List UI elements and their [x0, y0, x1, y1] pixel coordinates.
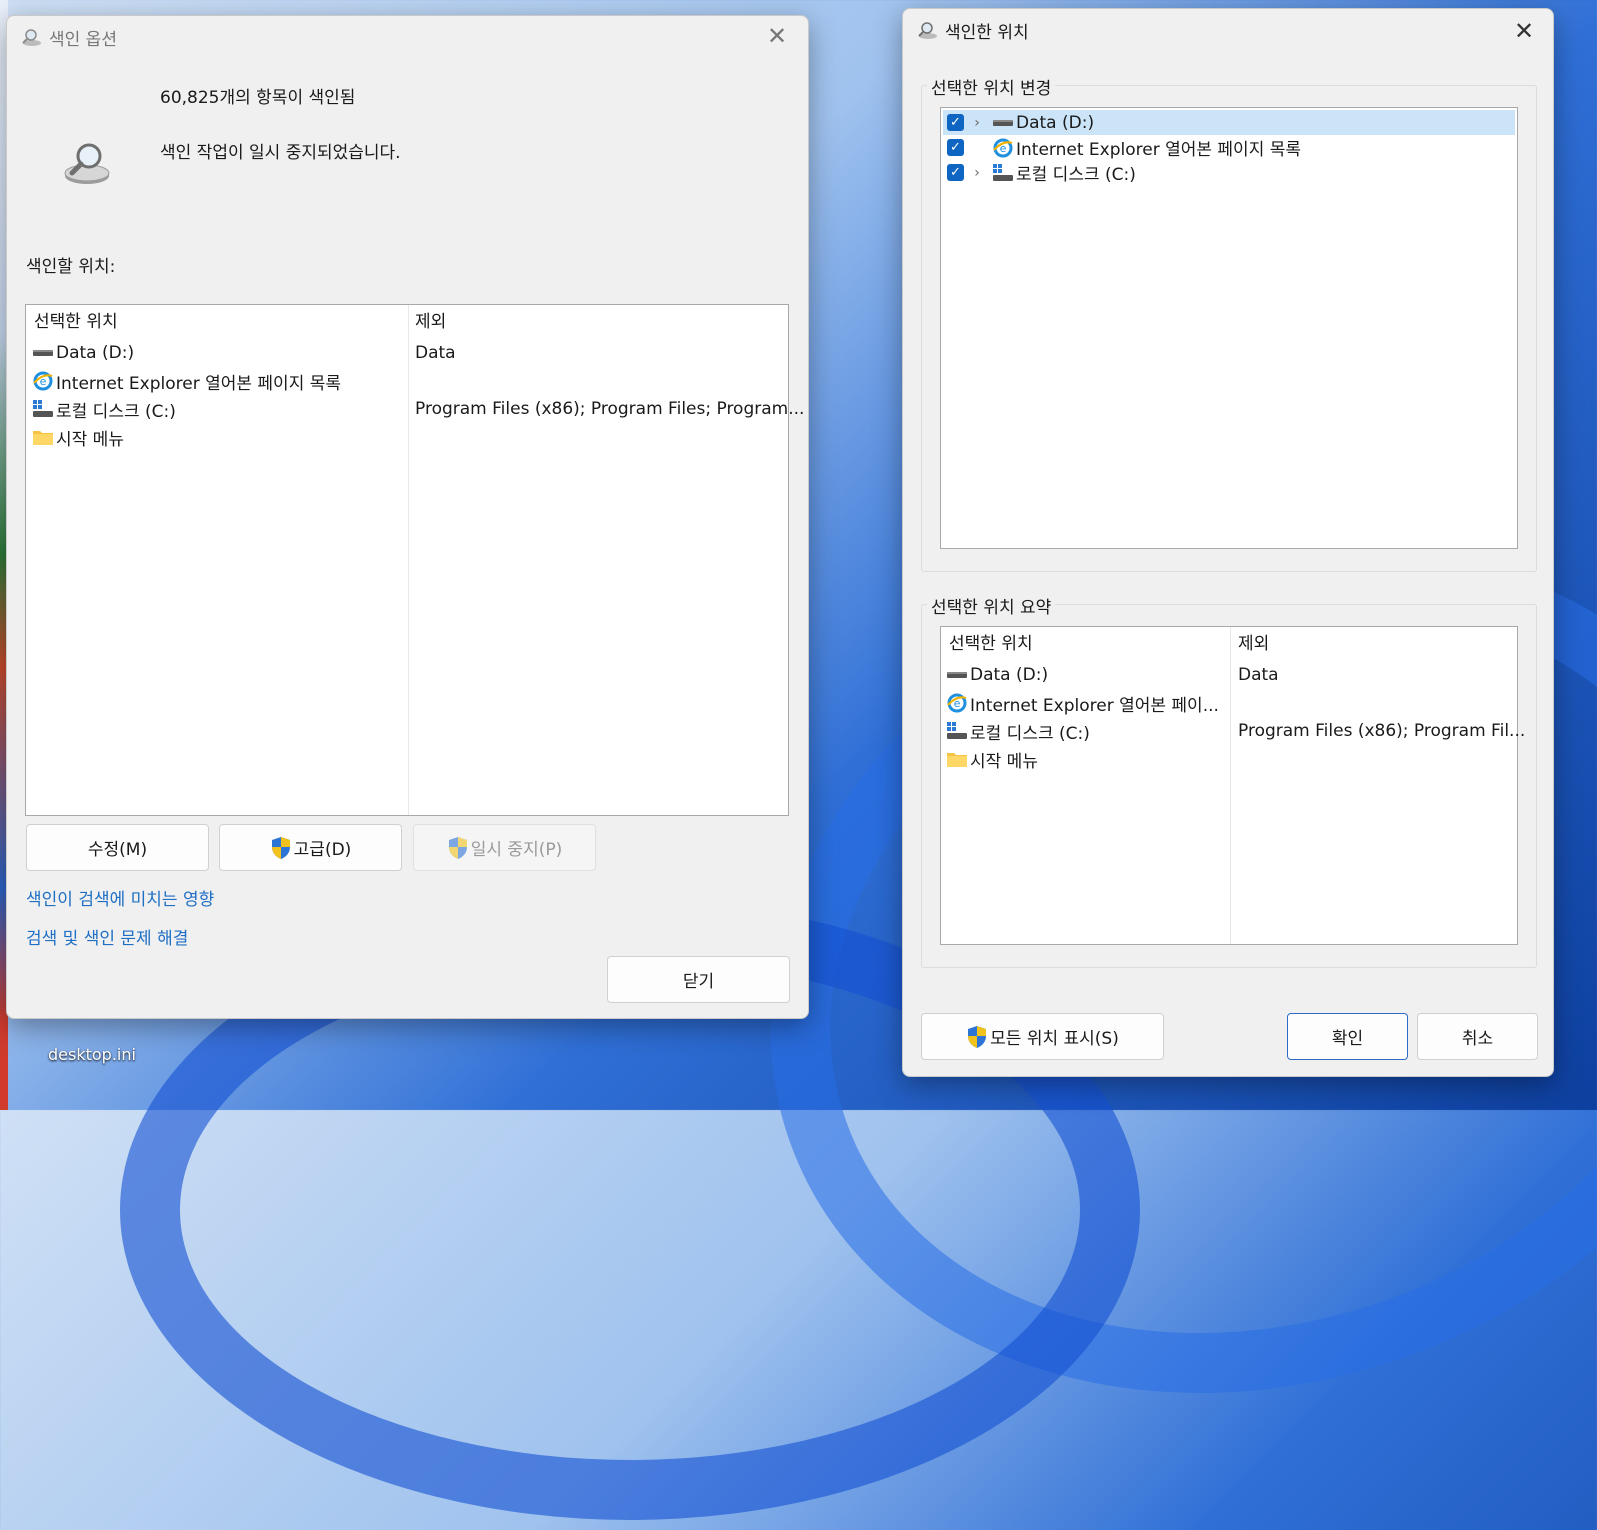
locations-label: 색인할 위치:	[26, 257, 116, 277]
indexing-magnifier-icon	[22, 29, 41, 46]
checkbox[interactable]: ✓	[947, 164, 964, 181]
column-divider	[408, 305, 409, 815]
column-header-location[interactable]: 선택한 위치	[34, 305, 118, 337]
location-tree[interactable]: ✓ › Data (D:) ✓ e Internet Explorer 열어본 …	[940, 107, 1518, 549]
pause-button: 일시 중지(P)	[413, 824, 596, 871]
location-name: Data (D:)	[970, 665, 1049, 685]
show-all-label: 모든 위치 표시(S)	[990, 1029, 1119, 1049]
drive-icon	[993, 119, 1013, 126]
location-name: 로컬 디스크 (C:)	[970, 723, 1090, 744]
group-title: 선택한 위치 변경	[927, 74, 1056, 99]
windows-drive-icon	[993, 163, 1013, 181]
titlebar: 색인한 위치 ✕	[903, 9, 1553, 51]
exclude-cell: Data	[1238, 665, 1279, 685]
modify-button[interactable]: 수정(M)	[26, 824, 209, 871]
included-locations-list[interactable]: 선택한 위치 제외 Data (D:) Data e Internet Expl…	[25, 304, 804, 816]
advanced-button[interactable]: 고급(D)	[219, 824, 402, 871]
drive-icon	[947, 672, 967, 678]
uac-shield-icon	[271, 836, 290, 859]
checkbox[interactable]: ✓	[947, 114, 964, 131]
column-header-exclude[interactable]: 제외	[1238, 627, 1269, 659]
internet-explorer-icon: e	[33, 371, 53, 391]
summary-list[interactable]: 선택한 위치 제외 Data (D:) Data e Internet Expl…	[940, 626, 1525, 945]
folder-icon	[947, 753, 967, 767]
location-name: 로컬 디스크 (C:)	[56, 401, 176, 422]
internet-explorer-icon: e	[993, 138, 1013, 157]
chevron-right-icon[interactable]: ›	[968, 115, 986, 131]
close-button[interactable]: 닫기	[607, 956, 790, 1003]
location-name: 시작 메뉴	[56, 429, 124, 450]
windows-drive-icon	[947, 722, 967, 739]
list-item[interactable]: e Internet Explorer 열어본 페이...	[946, 690, 1219, 716]
list-item[interactable]: Data (D:)	[946, 662, 1048, 688]
indexing-effect-link[interactable]: 색인이 검색에 미치는 영향	[26, 885, 214, 910]
folder-icon	[33, 431, 53, 445]
exclude-cell: Program Files (x86); Program Fil...	[1238, 721, 1526, 741]
windows-drive-icon	[33, 400, 53, 417]
location-name: 시작 메뉴	[970, 751, 1038, 772]
indexing-status-icon	[64, 143, 110, 184]
list-item[interactable]: 시작 메뉴	[946, 746, 1038, 772]
list-item[interactable]: e Internet Explorer 열어본 페이지 목록	[32, 368, 341, 394]
chevron-right-icon[interactable]: ›	[968, 165, 986, 181]
tree-item-label: 로컬 디스크 (C:)	[1016, 165, 1136, 185]
tree-item-local-disk-c[interactable]: ✓ › 로컬 디스크 (C:)	[943, 160, 1515, 185]
column-divider	[1230, 627, 1231, 944]
cancel-button[interactable]: 취소	[1417, 1013, 1538, 1060]
list-item[interactable]: 로컬 디스크 (C:)	[946, 718, 1090, 744]
indexing-magnifier-icon	[918, 22, 937, 39]
indexed-locations-window: 색인한 위치 ✕ 선택한 위치 변경 ✓ › Data (D:) ✓ e Int…	[902, 8, 1554, 1077]
ok-button[interactable]: 확인	[1287, 1013, 1408, 1060]
indexing-status: 색인 작업이 일시 중지되었습니다.	[160, 143, 401, 163]
show-all-locations-button[interactable]: 모든 위치 표시(S)	[921, 1013, 1164, 1060]
indexing-options-window: 색인 옵션 ✕ 60,825개의 항목이 색인됨 색인 작업이 일시 중지되었습…	[6, 15, 809, 1019]
troubleshoot-link[interactable]: 검색 및 색인 문제 해결	[26, 924, 188, 949]
list-item[interactable]: 로컬 디스크 (C:)	[32, 396, 176, 422]
indexed-item-count: 60,825개의 항목이 색인됨	[160, 88, 356, 108]
tree-item-ie-history[interactable]: ✓ e Internet Explorer 열어본 페이지 목록	[943, 135, 1515, 160]
tree-item-label: Data (D:)	[1016, 112, 1095, 133]
checkbox[interactable]: ✓	[947, 139, 964, 156]
advanced-label: 고급(D)	[293, 840, 352, 860]
internet-explorer-icon: e	[947, 693, 967, 713]
pause-label: 일시 중지(P)	[470, 840, 563, 860]
drive-icon	[33, 350, 53, 356]
uac-shield-icon	[448, 836, 467, 859]
titlebar: 색인 옵션 ✕	[7, 16, 808, 58]
location-name: Internet Explorer 열어본 페이...	[970, 695, 1219, 716]
list-item[interactable]: Data (D:)	[32, 340, 134, 366]
column-header-location[interactable]: 선택한 위치	[949, 627, 1033, 659]
uac-shield-icon	[968, 1025, 987, 1048]
tree-item-data-d[interactable]: ✓ › Data (D:)	[943, 110, 1515, 135]
list-item[interactable]: 시작 메뉴	[32, 424, 124, 450]
column-header-exclude[interactable]: 제외	[415, 305, 446, 337]
group-title: 선택한 위치 요약	[927, 593, 1056, 618]
exclude-cell: Data	[415, 343, 456, 363]
location-name: Internet Explorer 열어본 페이지 목록	[56, 373, 342, 394]
desktop-icon-label[interactable]: desktop.ini	[48, 1045, 136, 1064]
window-title: 색인 옵션	[49, 29, 117, 50]
close-window-button[interactable]: ✕	[1501, 11, 1547, 51]
exclude-cell: Program Files (x86); Program Files; Prog…	[415, 399, 805, 419]
close-window-button[interactable]: ✕	[754, 16, 800, 56]
window-title: 색인한 위치	[945, 22, 1029, 43]
location-name: Data (D:)	[56, 343, 135, 363]
tree-item-label: Internet Explorer 열어본 페이지 목록	[1016, 140, 1302, 160]
